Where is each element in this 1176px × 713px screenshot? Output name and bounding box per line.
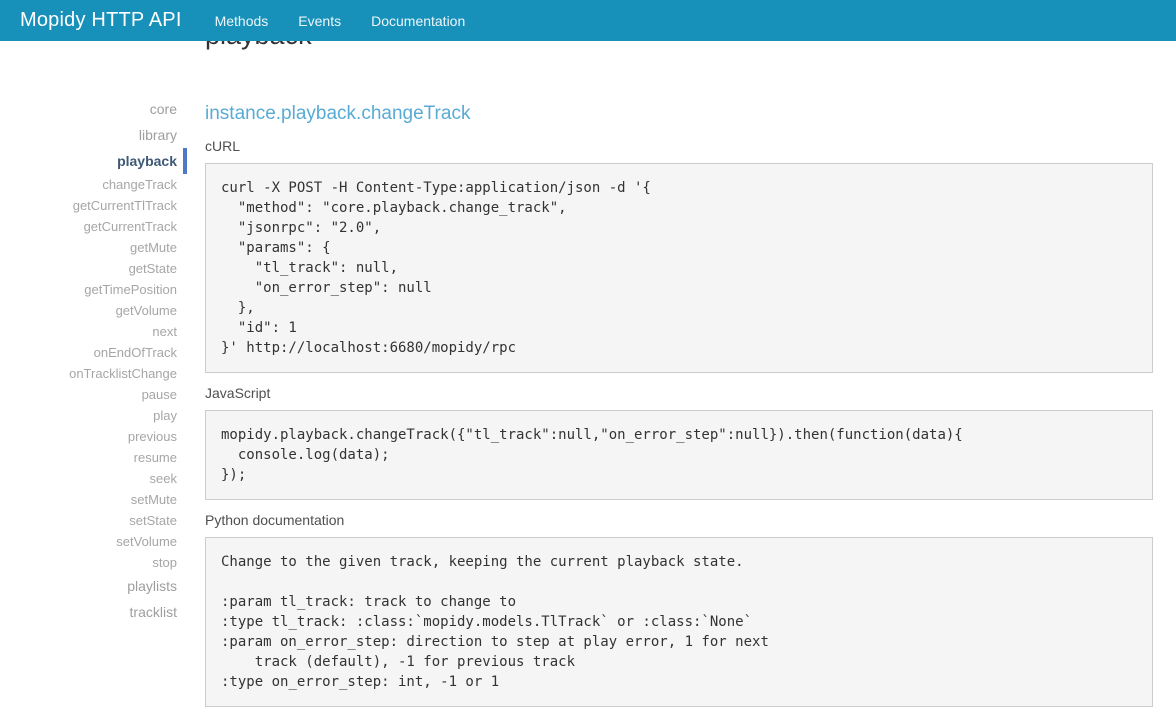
sidebar-item-resume[interactable]: resume <box>0 447 177 468</box>
brand-link[interactable]: Mopidy HTTP API <box>20 9 182 32</box>
top-nav: Methods Events Documentation <box>215 13 466 29</box>
sidebar-item-tracklist[interactable]: tracklist <box>0 599 177 625</box>
sidebar-item-gettimeposition[interactable]: getTimePosition <box>0 279 177 300</box>
sidebar-item-playlists[interactable]: playlists <box>0 573 177 599</box>
sidebar-item-pause[interactable]: pause <box>0 384 177 405</box>
nav-item-events[interactable]: Events <box>298 13 341 29</box>
code-label-python-documentation: Python documentation <box>205 511 1153 530</box>
code-block-javascript: mopidy.playback.changeTrack({"tl_track":… <box>205 410 1153 500</box>
sidebar-item-seek[interactable]: seek <box>0 468 177 489</box>
code-block-python-documentation: Change to the given track, keeping the c… <box>205 537 1153 707</box>
nav-item-documentation[interactable]: Documentation <box>371 13 465 29</box>
sidebar-item-next[interactable]: next <box>0 321 177 342</box>
nav-item-methods[interactable]: Methods <box>215 13 269 29</box>
sidebar-item-playback[interactable]: playback <box>0 148 177 174</box>
code-label-javascript: JavaScript <box>205 384 1153 403</box>
app-header: Mopidy HTTP API Methods Events Documentati… <box>0 0 1176 41</box>
sidebar-item-setmute[interactable]: setMute <box>0 489 177 510</box>
code-label-curl: cURL <box>205 137 1153 156</box>
code-block-curl: curl -X POST -H Content-Type:application… <box>205 163 1153 373</box>
code-sections: cURL curl -X POST -H Content-Type:applica… <box>205 137 1153 707</box>
sidebar-item-getcurrenttrack[interactable]: getCurrentTrack <box>0 216 177 237</box>
sidebar-item-core[interactable]: core <box>0 96 177 122</box>
sidebar-item-setstate[interactable]: setState <box>0 510 177 531</box>
sidebar-item-getcurrenttltrack[interactable]: getCurrentTlTrack <box>0 195 177 216</box>
method-title-link[interactable]: instance.playback.changeTrack <box>205 102 1153 126</box>
sidebar-item-library[interactable]: library <box>0 122 177 148</box>
sidebar-item-previous[interactable]: previous <box>0 426 177 447</box>
sidebar-item-getvolume[interactable]: getVolume <box>0 300 177 321</box>
sidebar-item-getstate[interactable]: getState <box>0 258 177 279</box>
sidebar-item-onendoftrack[interactable]: onEndOfTrack <box>0 342 177 363</box>
sidebar-item-ontracklistchange[interactable]: onTracklistChange <box>0 363 177 384</box>
sidebar-item-setvolume[interactable]: setVolume <box>0 531 177 552</box>
sidebar-item-getmute[interactable]: getMute <box>0 237 177 258</box>
sidebar-item-play[interactable]: play <box>0 405 177 426</box>
sidebar-item-stop[interactable]: stop <box>0 552 177 573</box>
sidebar: corelibraryplaybackchangeTrackgetCurrent… <box>0 96 177 625</box>
active-item-indicator <box>183 148 187 174</box>
sidebar-item-changetrack[interactable]: changeTrack <box>0 174 177 195</box>
main-content: instance.playback.changeTrack cURL curl -… <box>205 41 1153 713</box>
